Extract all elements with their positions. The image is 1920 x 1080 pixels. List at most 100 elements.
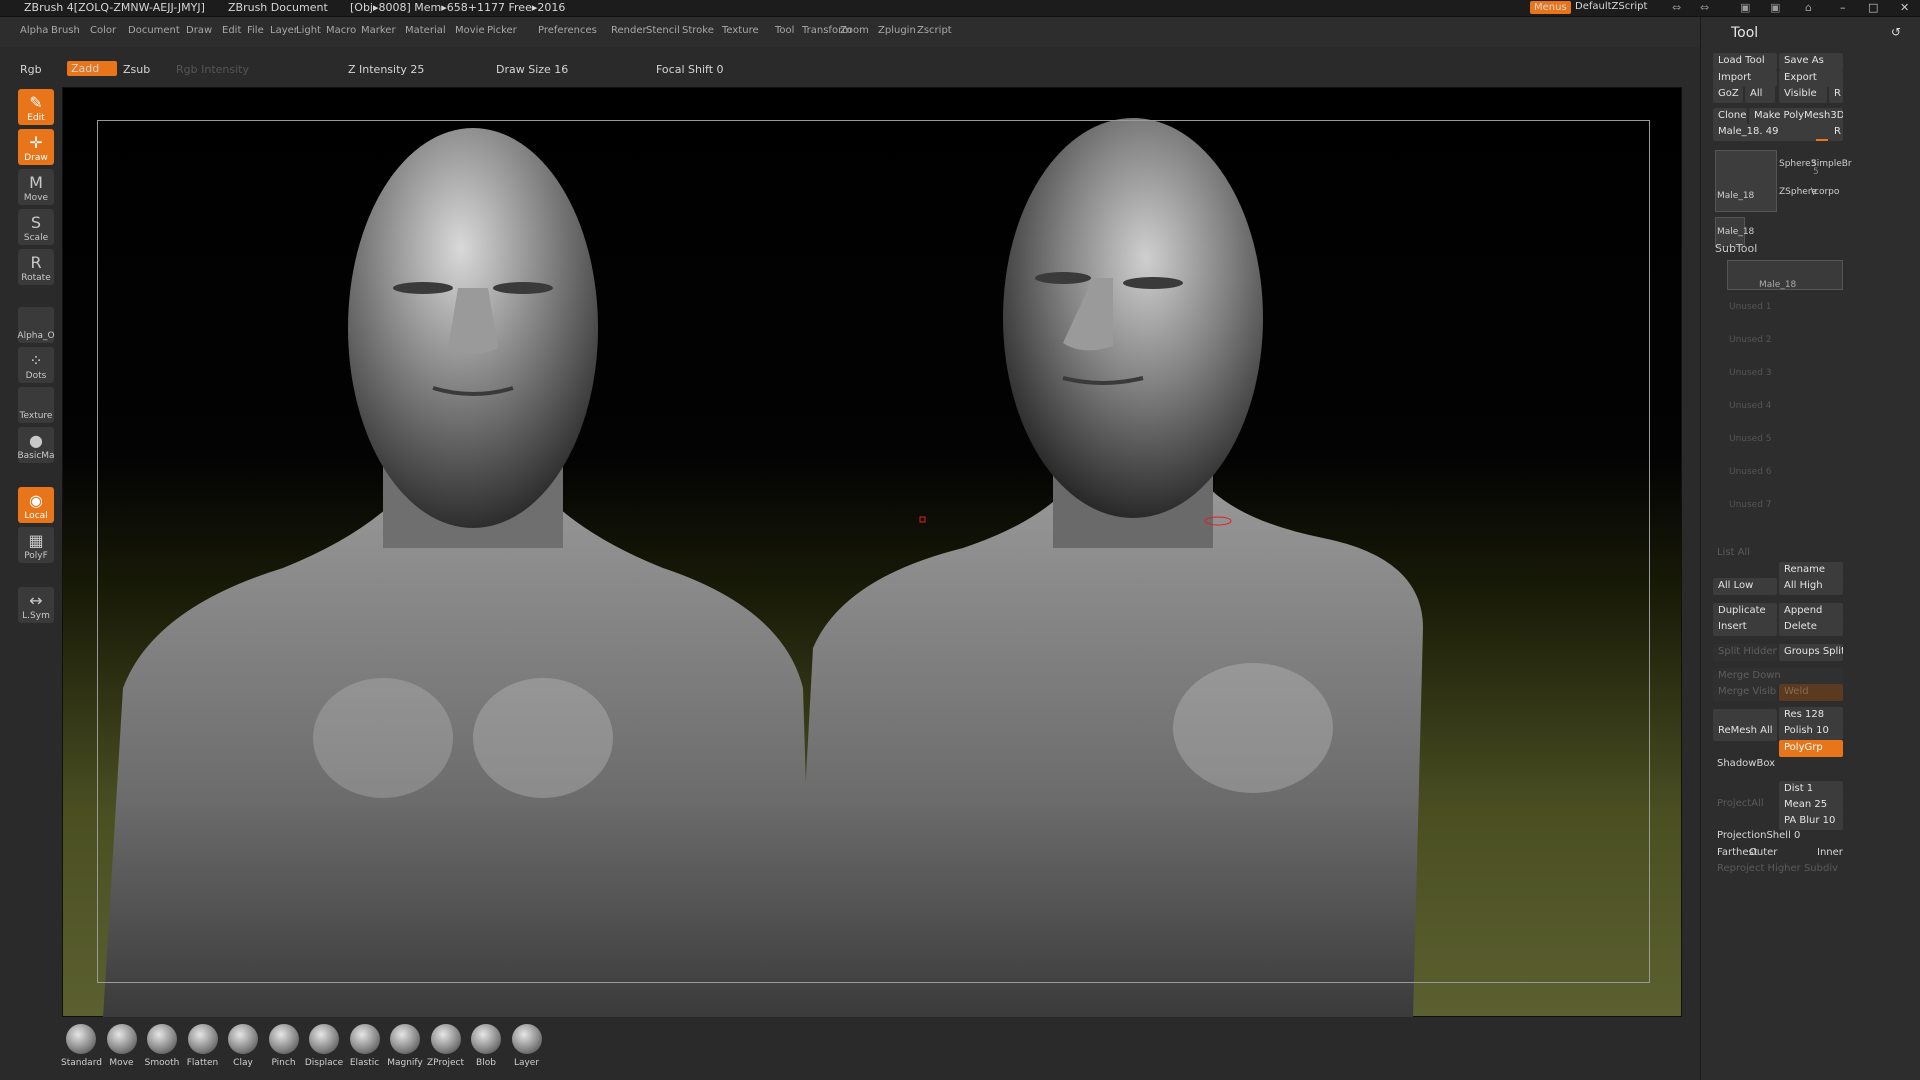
current-tool-slider[interactable]: Male_18. 49	[1713, 124, 1829, 141]
lock-icon[interactable]: ⌂	[1805, 1, 1812, 14]
toggle-icon-2[interactable]: ⇔	[1700, 1, 1709, 14]
rename-button[interactable]: Rename	[1779, 562, 1843, 579]
inner-button[interactable]: Inner	[1817, 847, 1843, 858]
merge-down-button[interactable]: Merge Down	[1713, 668, 1843, 685]
polish-slider[interactable]: Polish 10	[1779, 723, 1843, 740]
tool-draw[interactable]: ✛ Draw	[18, 129, 54, 165]
res-slider[interactable]: Res 128	[1779, 707, 1843, 724]
minimize-icon[interactable]: –	[1840, 1, 1846, 14]
goz-all-button[interactable]: All	[1745, 86, 1775, 103]
menu-item-brush[interactable]: Brush	[51, 25, 80, 36]
all-high-button[interactable]: All High	[1779, 578, 1843, 595]
brush-displace[interactable]: Displace	[304, 1024, 344, 1068]
menu-item-zoom[interactable]: Zoom	[840, 25, 869, 36]
subtool-unused-slot[interactable]: Unused 1	[1729, 302, 1772, 312]
tool-basicma[interactable]: ● BasicMa	[17, 427, 55, 463]
toggle-icon[interactable]: ⇔	[1672, 1, 1681, 14]
rgb-button[interactable]: Rgb	[20, 63, 42, 76]
menu-item-zplugin[interactable]: Zplugin	[878, 25, 916, 36]
draw-size-slider[interactable]: Draw Size 16	[496, 63, 568, 76]
subtool-unused-slot[interactable]: Unused 5	[1729, 434, 1772, 444]
split-hidden-button[interactable]: Split Hidden	[1713, 644, 1777, 661]
reproject-higher-subdiv-button[interactable]: Reproject Higher Subdiv	[1717, 863, 1838, 874]
subtool-unused-slot[interactable]: Unused 7	[1729, 500, 1772, 510]
subtool-unused-slot[interactable]: Unused 4	[1729, 401, 1772, 411]
menu-item-marker[interactable]: Marker	[361, 25, 396, 36]
subtool-unused-slot[interactable]: Unused 6	[1729, 467, 1772, 477]
menu-item-macro[interactable]: Macro	[326, 25, 356, 36]
tool-texture[interactable]: Texture	[18, 387, 54, 423]
menu-item-document[interactable]: Document	[128, 25, 180, 36]
remesh-all-button[interactable]: ReMesh All	[1713, 709, 1777, 741]
brush-standard[interactable]: Standard	[61, 1024, 102, 1068]
rgb-intensity-slider[interactable]: Rgb Intensity	[176, 63, 249, 76]
clone-button[interactable]: Clone	[1713, 108, 1747, 125]
project-all-button[interactable]: ProjectAll	[1717, 798, 1764, 809]
goz-r-button[interactable]: R	[1829, 86, 1843, 103]
menu-item-file[interactable]: File	[247, 25, 264, 36]
current-tool-knob[interactable]	[1816, 139, 1828, 141]
mean-slider[interactable]: Mean 25	[1779, 797, 1843, 814]
tool-scale[interactable]: S Scale	[18, 209, 54, 245]
make-polymesh-button[interactable]: Make PolyMesh3D	[1749, 108, 1843, 125]
menu-item-movie[interactable]: Movie	[455, 25, 485, 36]
menu-item-material[interactable]: Material	[405, 25, 446, 36]
brush-flatten[interactable]: Flatten	[183, 1024, 223, 1068]
tool-polyf[interactable]: ▦ PolyF	[18, 527, 54, 563]
menus-button[interactable]: Menus	[1530, 1, 1571, 14]
tool-thumb-label[interactable]: Male_18	[1717, 191, 1754, 201]
menu-item-picker[interactable]: Picker	[487, 25, 517, 36]
weld-button[interactable]: Weld	[1779, 684, 1843, 701]
merge-visible-button[interactable]: Merge Visible	[1713, 684, 1777, 701]
tool-local[interactable]: ◉ Local	[18, 487, 54, 523]
menu-item-color[interactable]: Color	[90, 25, 116, 36]
menu-item-texture[interactable]: Texture	[722, 25, 759, 36]
projection-shell-slider[interactable]: ProjectionShell 0	[1717, 830, 1800, 841]
tool-rotate[interactable]: R Rotate	[18, 249, 54, 285]
z-intensity-slider[interactable]: Z Intensity 25	[348, 63, 424, 76]
default-zscript-button[interactable]: DefaultZScript	[1575, 1, 1647, 12]
load-tool-button[interactable]: Load Tool	[1713, 53, 1777, 70]
menu-item-light[interactable]: Light	[296, 25, 321, 36]
focal-shift-slider[interactable]: Focal Shift 0	[656, 63, 724, 76]
layout-icon-2[interactable]: ▣	[1770, 1, 1780, 14]
reset-icon[interactable]: ↺	[1891, 25, 1901, 39]
menu-item-edit[interactable]: Edit	[222, 25, 241, 36]
brush-move[interactable]: Move	[102, 1024, 142, 1068]
menu-item-stroke[interactable]: Stroke	[682, 25, 714, 36]
tool-move[interactable]: M Move	[18, 169, 54, 205]
pa-blur-slider[interactable]: PA Blur 10	[1779, 813, 1843, 830]
tool-r-button[interactable]: R	[1829, 124, 1843, 141]
brush-magnify[interactable]: Magnify	[385, 1024, 425, 1068]
subtool-unused-slot[interactable]: Unused 2	[1729, 335, 1772, 345]
tool-l-sym[interactable]: ↔ L.Sym	[18, 587, 54, 623]
brush-zproject[interactable]: ZProject	[426, 1024, 466, 1068]
dist-slider[interactable]: Dist 1	[1779, 781, 1843, 798]
brush-blob[interactable]: Blob	[466, 1024, 506, 1068]
menu-item-render[interactable]: Render	[611, 25, 647, 36]
save-as-button[interactable]: Save As	[1779, 53, 1843, 70]
tool-thumb-main[interactable]	[1715, 150, 1777, 212]
polygrp-button[interactable]: PolyGrp	[1779, 740, 1843, 757]
duplicate-button[interactable]: Duplicate	[1713, 603, 1777, 620]
maximize-icon[interactable]: □	[1868, 1, 1878, 14]
export-button[interactable]: Export	[1779, 70, 1843, 87]
menu-item-zscript[interactable]: Zscript	[917, 25, 952, 36]
menu-item-stencil[interactable]: Stencil	[646, 25, 680, 36]
visible-button[interactable]: Visible	[1779, 86, 1827, 103]
menu-item-preferences[interactable]: Preferences	[538, 25, 597, 36]
zsub-button[interactable]: Zsub	[123, 63, 150, 76]
tool-edit[interactable]: ✎ Edit	[18, 89, 54, 125]
brush-clay[interactable]: Clay	[223, 1024, 263, 1068]
list-all-button[interactable]: List All	[1717, 547, 1750, 558]
groups-split-button[interactable]: Groups Split	[1779, 644, 1843, 661]
shadowbox-button[interactable]: ShadowBox	[1717, 758, 1775, 769]
outer-button[interactable]: Outer	[1749, 847, 1777, 858]
insert-button[interactable]: Insert	[1713, 619, 1777, 636]
zadd-button[interactable]: Zadd	[67, 61, 117, 76]
menu-item-layer[interactable]: Layer	[270, 25, 298, 36]
brush-smooth[interactable]: Smooth	[142, 1024, 182, 1068]
tool-alpha-o[interactable]: Alpha_O	[17, 307, 55, 343]
tool-thumb-label[interactable]: \corpo	[1811, 187, 1839, 197]
menu-item-tool[interactable]: Tool	[775, 25, 794, 36]
